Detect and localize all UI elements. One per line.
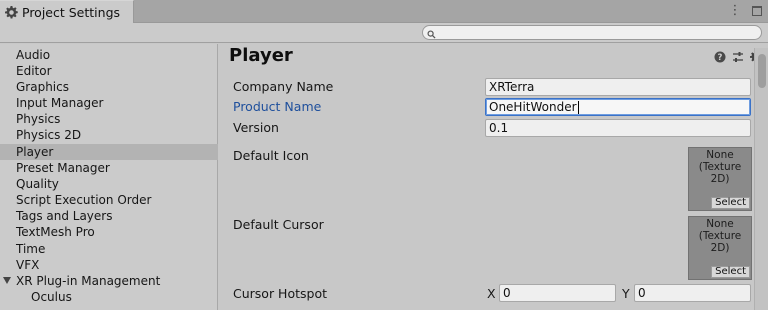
hotspot-x-field[interactable]: 0	[499, 284, 616, 302]
help-icon[interactable]: ?	[714, 51, 726, 63]
maximize-icon[interactable]	[752, 6, 762, 16]
sidebar-item-audio[interactable]: Audio	[0, 47, 218, 63]
search-input[interactable]	[422, 25, 762, 40]
gear-icon	[5, 6, 19, 20]
product-name-value: OneHitWonder	[489, 100, 577, 114]
texture-slot-caption: None (Texture 2D)	[689, 218, 751, 254]
company-name-field[interactable]: XRTerra	[485, 78, 751, 96]
vertical-scrollbar[interactable]	[754, 48, 768, 310]
cursor-hotspot-label: Cursor Hotspot	[233, 286, 328, 301]
sidebar-item-physics-2d[interactable]: Physics 2D	[0, 127, 218, 143]
sidebar-item-tags-and-layers[interactable]: Tags and Layers	[0, 208, 218, 224]
version-field[interactable]: 0.1	[485, 119, 751, 137]
player-settings-panel: Player ? Company Name XRTerra Product Na…	[219, 44, 768, 310]
tab-project-settings[interactable]: Project Settings	[0, 0, 134, 24]
sidebar-item-time[interactable]: Time	[0, 241, 218, 257]
window-title: Project Settings	[22, 5, 121, 20]
sidebar-item-editor[interactable]: Editor	[0, 63, 218, 79]
sidebar-item-graphics[interactable]: Graphics	[0, 79, 218, 95]
scrollbar-thumb[interactable]	[758, 54, 766, 88]
default-cursor-select-button[interactable]: Select	[711, 266, 750, 278]
default-icon-texture-slot[interactable]: None (Texture 2D) Select	[688, 147, 752, 211]
texture-none-text: None	[706, 149, 734, 161]
window-menu-icon[interactable]: ⋮	[728, 3, 742, 19]
default-cursor-texture-slot[interactable]: None (Texture 2D) Select	[688, 216, 752, 280]
window-tab-strip: Project Settings ⋮	[0, 0, 768, 24]
search-toolbar	[0, 23, 768, 43]
sidebar-item-vfx[interactable]: VFX	[0, 257, 218, 273]
default-cursor-label: Default Cursor	[233, 217, 324, 232]
sidebar-item-script-execution-order[interactable]: Script Execution Order	[0, 192, 218, 208]
texture-type-text: (Texture 2D)	[698, 161, 742, 185]
search-icon	[427, 28, 436, 39]
default-icon-label: Default Icon	[233, 148, 309, 163]
sidebar-item-label: XR Plug-in Management	[16, 274, 161, 288]
sidebar-item-preset-manager[interactable]: Preset Manager	[0, 160, 218, 176]
sidebar-item-physics[interactable]: Physics	[0, 111, 218, 127]
sidebar-item-quality[interactable]: Quality	[0, 176, 218, 192]
hotspot-y-field[interactable]: 0	[634, 284, 751, 302]
sidebar-item-xr-plugin-management[interactable]: XR Plug-in Management	[0, 273, 218, 289]
version-label: Version	[233, 120, 279, 135]
sidebar-item-oculus[interactable]: Oculus	[0, 289, 218, 305]
product-name-label: Product Name	[233, 99, 322, 114]
foldout-arrow-icon[interactable]	[3, 277, 11, 284]
texture-none-text: None	[706, 218, 734, 230]
page-title: Player	[229, 45, 293, 66]
hotspot-y-label: Y	[622, 286, 630, 301]
text-caret	[577, 101, 579, 114]
preset-sliders-icon[interactable]	[732, 51, 744, 63]
texture-slot-caption: None (Texture 2D)	[689, 149, 751, 185]
settings-category-list: Audio Editor Graphics Input Manager Phys…	[0, 44, 218, 310]
svg-text:?: ?	[718, 53, 723, 63]
sidebar-item-textmesh-pro[interactable]: TextMesh Pro	[0, 224, 218, 240]
product-name-field[interactable]: OneHitWonder	[485, 98, 751, 116]
default-icon-select-button[interactable]: Select	[711, 197, 750, 209]
sidebar-item-input-manager[interactable]: Input Manager	[0, 95, 218, 111]
company-name-label: Company Name	[233, 79, 334, 94]
sidebar-item-player[interactable]: Player	[0, 144, 218, 160]
hotspot-x-label: X	[487, 286, 496, 301]
texture-type-text: (Texture 2D)	[698, 230, 742, 254]
